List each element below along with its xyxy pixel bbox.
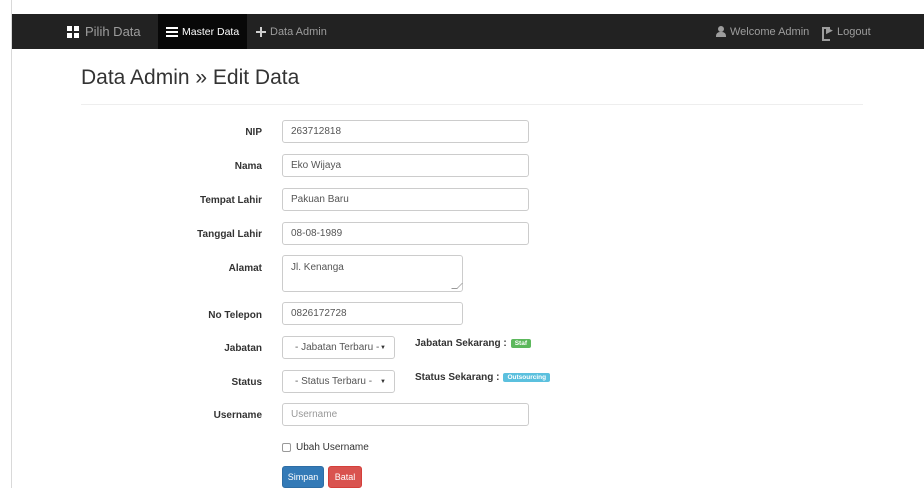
cancel-button[interactable]: Batal — [328, 466, 362, 488]
nama-field[interactable]: Eko Wijaya — [282, 154, 529, 177]
jabatan-current-badge: Staf — [510, 339, 531, 348]
jabatan-select[interactable]: - Jabatan Terbaru - ▼ — [282, 336, 395, 359]
list-icon — [166, 26, 178, 37]
alamat-label: Alamat — [228, 263, 262, 274]
username-label: Username — [213, 410, 262, 421]
tanggal-lahir-label: Tanggal Lahir — [197, 229, 262, 240]
tempat-lahir-label: Tempat Lahir — [199, 195, 262, 206]
plus-icon — [256, 26, 266, 37]
jabatan-label: Jabatan — [224, 343, 262, 354]
welcome-label: Welcome Admin — [730, 25, 810, 38]
logout-label: Logout — [837, 25, 871, 38]
status-selected: - Status Terbaru - — [295, 376, 373, 387]
welcome-user-link[interactable]: Welcome Admin — [716, 14, 809, 49]
ubah-username-checkbox[interactable] — [282, 443, 291, 452]
no-telepon-field[interactable]: 0826172728 — [282, 302, 463, 325]
ubah-username-option[interactable]: Ubah Username — [282, 442, 369, 453]
save-button[interactable]: Simpan — [282, 466, 324, 488]
resize-handle-icon[interactable] — [451, 283, 463, 289]
status-label: Status — [231, 377, 262, 388]
window-frame-top — [0, 0, 924, 14]
alamat-textarea[interactable]: Jl. Kenanga — [282, 255, 463, 292]
logout-icon — [822, 25, 833, 41]
no-telepon-label: No Telepon — [208, 310, 262, 321]
brand-link[interactable]: Pilih Data — [67, 14, 141, 49]
tanggal-lahir-field[interactable]: 08-08-1989 — [282, 222, 529, 245]
grid-icon — [67, 25, 79, 38]
nav-item-label: Data Admin — [270, 25, 327, 38]
ubah-username-label: Ubah Username — [296, 442, 369, 453]
chevron-down-icon: ▼ — [380, 379, 386, 385]
status-current-badge: Outsourcing — [503, 373, 551, 382]
nav-item-label: Master Data — [182, 25, 240, 38]
nav-item-master-data[interactable]: Master Data — [158, 14, 248, 49]
logout-link[interactable]: Logout — [822, 14, 871, 49]
page-title: Data Admin » Edit Data — [81, 66, 300, 89]
nama-label: Nama — [234, 161, 262, 172]
alamat-value: Jl. Kenanga — [291, 262, 344, 273]
nav-item-data-admin[interactable]: Data Admin — [256, 14, 327, 49]
user-icon — [716, 26, 726, 37]
jabatan-current: Jabatan Sekarang : Staf — [415, 338, 531, 349]
chevron-down-icon: ▼ — [380, 345, 386, 351]
username-field[interactable]: Username — [282, 403, 529, 426]
nip-field[interactable]: 263712818 — [282, 120, 529, 143]
window-frame-left — [0, 0, 12, 488]
status-current-label: Status Sekarang : — [415, 372, 500, 383]
status-select[interactable]: - Status Terbaru - ▼ — [282, 370, 395, 393]
nip-label: NIP — [245, 127, 262, 138]
tempat-lahir-field[interactable]: Pakuan Baru — [282, 188, 529, 211]
title-divider — [81, 104, 863, 105]
top-navbar: Pilih Data Master Data Data Admin Welcom… — [12, 14, 924, 49]
brand-label: Pilih Data — [85, 24, 141, 39]
jabatan-current-label: Jabatan Sekarang : — [415, 338, 507, 349]
jabatan-selected: - Jabatan Terbaru - — [295, 342, 380, 353]
status-current: Status Sekarang : Outsourcing — [415, 372, 551, 383]
